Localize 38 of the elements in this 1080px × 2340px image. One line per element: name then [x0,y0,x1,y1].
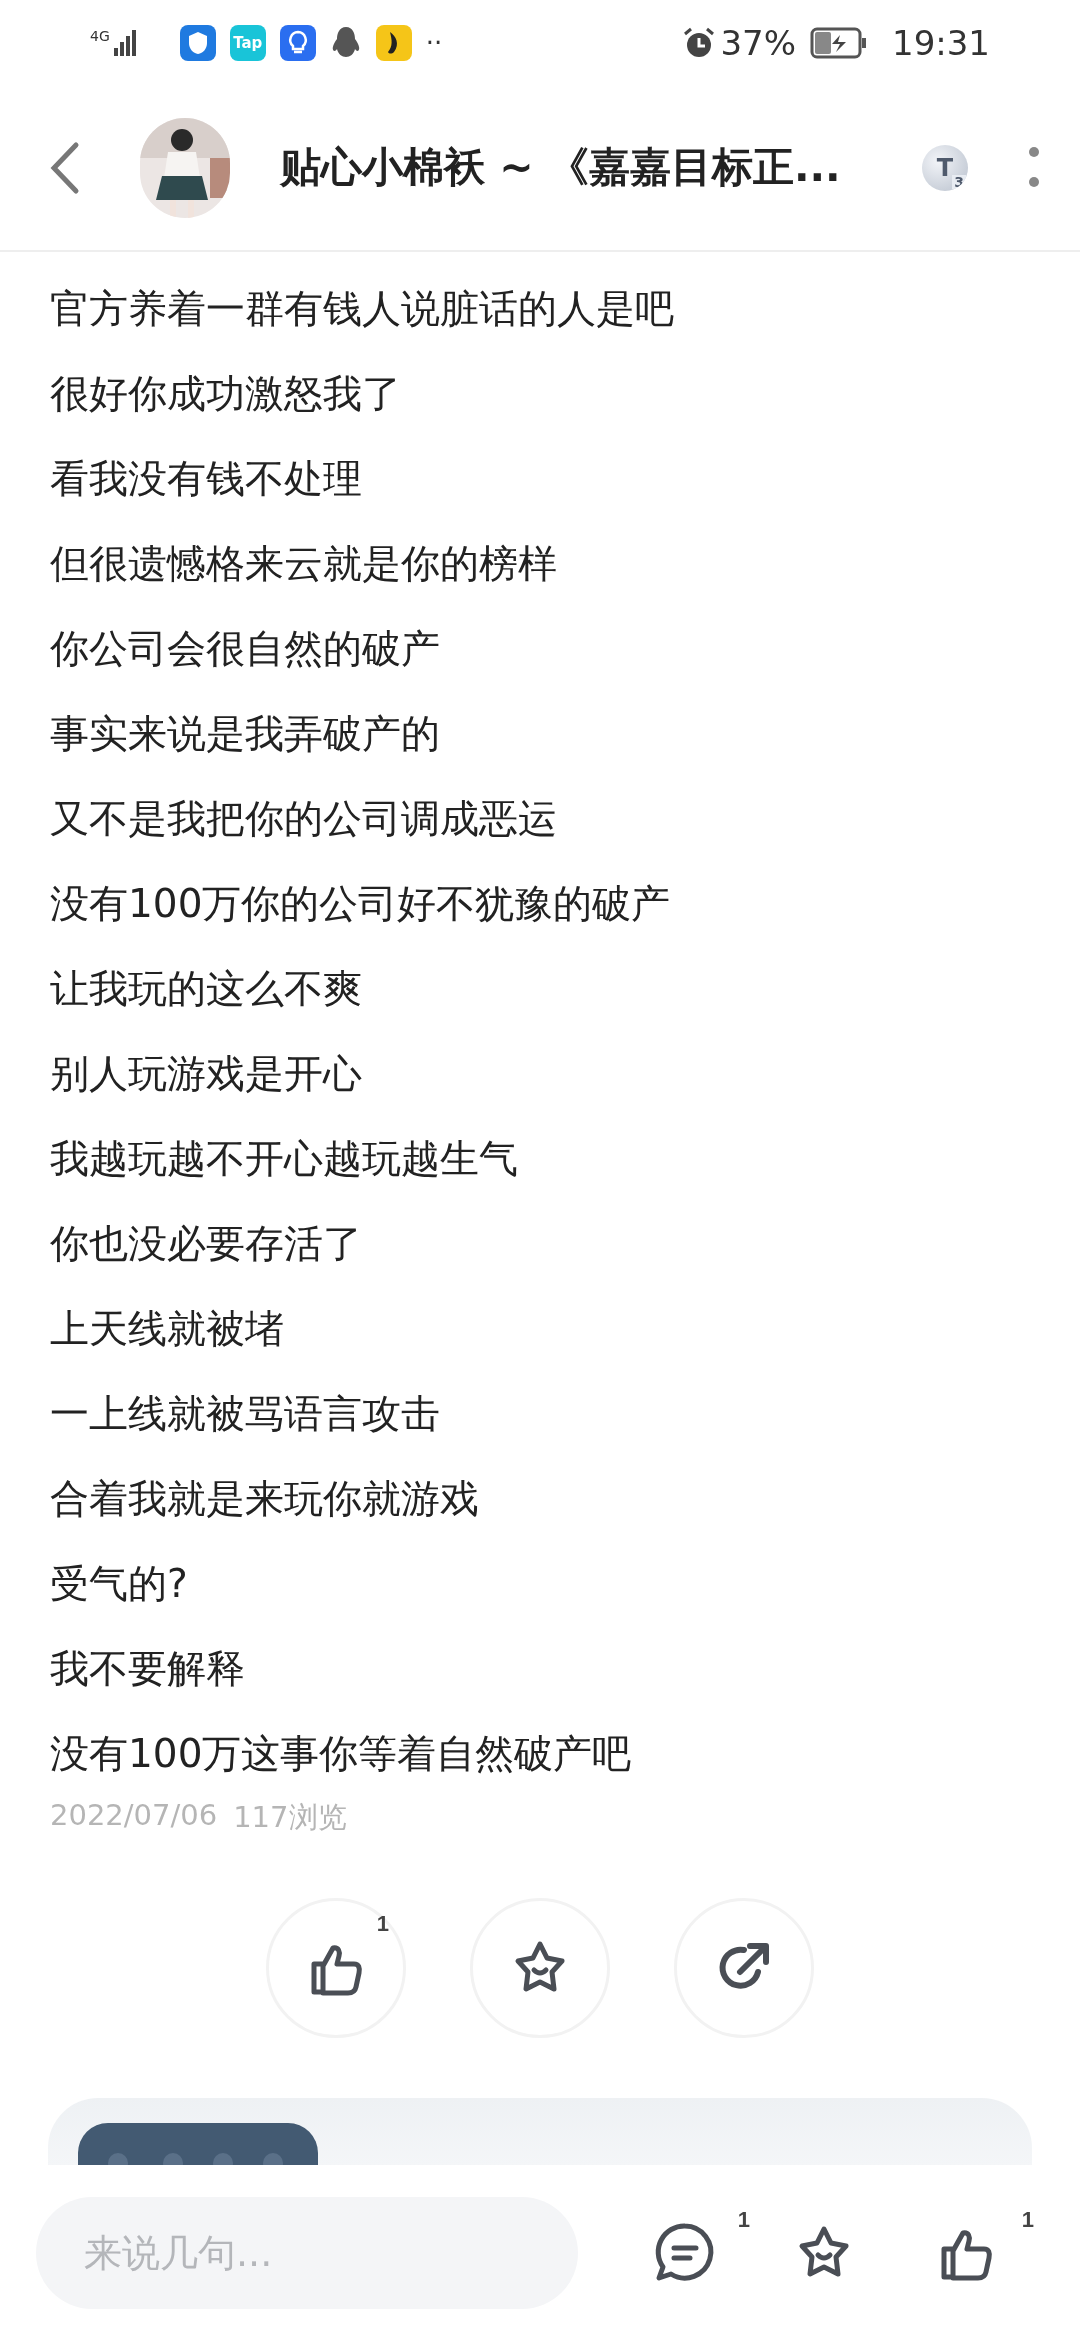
post-line: 又不是我把你的公司调成恶运 [50,795,558,843]
shield-app-icon [179,24,216,61]
battery-charging-icon [810,26,868,59]
post-line: 一上线就被骂语言攻击 [50,1390,441,1438]
like-button[interactable]: 1 [266,1898,406,2038]
clock-time: 19:31 [892,22,990,63]
post-line: 让我玩的这么不爽 [50,965,363,1013]
post-line: 我越玩越不开心越玩越生气 [50,1135,519,1183]
post-line: 我不要解释 [50,1645,246,1693]
app-icon: Tap [229,24,266,61]
post-line: 上天线就被堵 [50,1305,285,1353]
post-line: 你也没必要存活了 [50,1220,363,1268]
banana-app-icon [375,24,412,61]
post-line: 别人玩游戏是开心 [50,1050,363,1098]
view-count: 117浏览 [233,1799,347,1836]
alarm-icon [682,25,717,60]
chat-title: 贴心小棉袄 ~ 《嘉嘉目标正... [280,142,842,193]
post-line: 官方养着一群有钱人说脏话的人是吧 [50,285,675,333]
more-icon[interactable] [1028,145,1040,190]
signal-icon [113,29,136,56]
post-line: 但很遗憾格来云就是你的榜样 [50,540,558,588]
post-line: 没有100万你的公司好不犹豫的破产 [50,880,672,928]
post-line: 事实来说是我弄破产的 [50,710,441,758]
network-label: 4G [90,27,110,44]
post-line: 合着我就是来玩你就游戏 [50,1475,480,1523]
comment-input[interactable]: 来说几句... [36,2196,578,2309]
back-icon[interactable] [50,140,80,195]
post-line: 看我没有钱不处理 [50,455,363,503]
post-line: 很好你成功激怒我了 [50,370,402,418]
post-line: 你公司会很自然的破产 [50,625,441,673]
post-line: 受气的? [50,1560,189,1608]
post-line: 没有100万这事你等着自然破产吧 [50,1730,633,1778]
post-date: 2022/07/06 [50,1798,218,1834]
like-button[interactable]: 1 [936,2207,1044,2298]
bulb-app-icon [279,24,316,61]
battery-percent: 37% [720,22,796,63]
more-notifications: ·· [425,27,443,58]
comment-button[interactable]: 1 [652,2207,760,2298]
